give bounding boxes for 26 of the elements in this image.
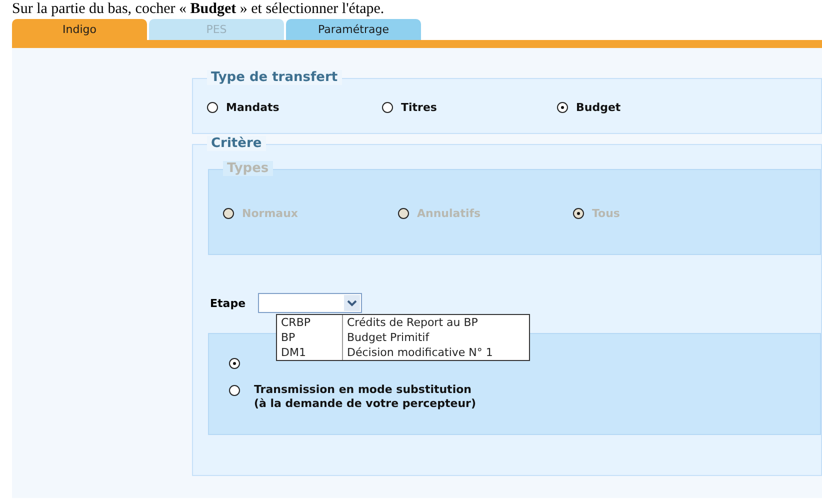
option-code[interactable]: BP [277, 330, 343, 345]
caption: Sur la partie du bas, cocher « Budget » et sélectionner l'étape. [11, 0, 384, 18]
radio-button[interactable] [207, 102, 218, 113]
radio-label: Titres [401, 101, 437, 114]
radio-label: Tous [592, 207, 620, 220]
panel-title: Critère [207, 136, 266, 151]
option-name[interactable]: Budget Primitif [343, 330, 529, 345]
option-code[interactable]: DM1 [277, 345, 343, 360]
radio-button[interactable] [229, 385, 240, 396]
tab[interactable]: Indigo [12, 19, 147, 40]
radio-label: Transmission en mode substitution (à la demande de votre percepteur) [254, 383, 476, 411]
radio-label: Normaux [242, 207, 298, 220]
panel-title: Type de transfert [207, 70, 342, 85]
option-name[interactable]: Crédits de Report au BP [343, 315, 529, 330]
radio-button[interactable] [229, 358, 240, 369]
field-label: Etape [210, 296, 246, 310]
option-name[interactable]: Décision modificative N° 1 [343, 345, 529, 360]
radio-button[interactable] [382, 102, 393, 113]
option-code[interactable]: CRBP [277, 315, 343, 330]
tab[interactable]: Paramétrage [286, 19, 421, 40]
radio-button[interactable] [557, 102, 568, 113]
radio-label: Budget [576, 101, 621, 114]
panel-title: Types [223, 161, 273, 176]
radio-label: Mandats [226, 101, 280, 114]
etape-dropdown[interactable] [258, 293, 362, 313]
radio-label: Annulatifs [417, 207, 481, 220]
